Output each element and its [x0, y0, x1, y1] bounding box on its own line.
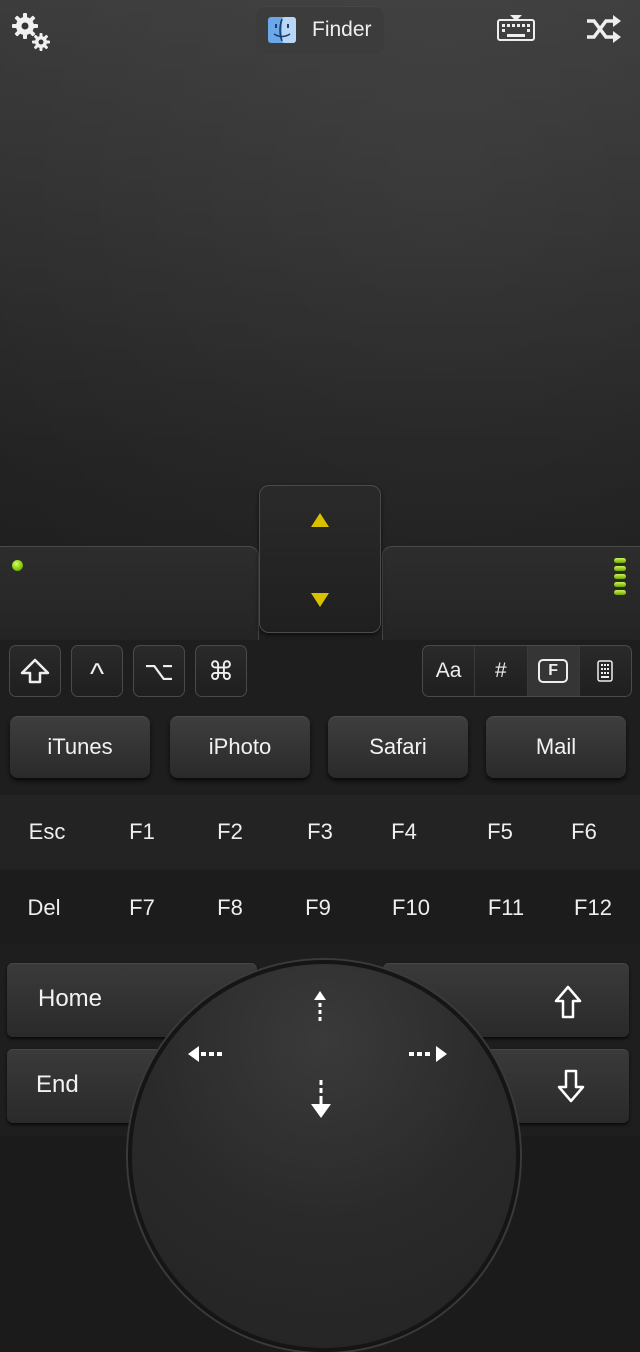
fn-key-f1[interactable]: F1: [107, 795, 177, 869]
home-label: Home: [38, 985, 103, 1012]
app-safari-button[interactable]: Safari: [328, 716, 468, 778]
fn-key-label: F2: [217, 819, 243, 844]
arrow-up-icon[interactable]: [312, 990, 328, 1022]
app-itunes-button[interactable]: iTunes: [10, 716, 150, 778]
fn-key-f12[interactable]: F12: [558, 871, 628, 945]
arrow-keys-pad: [128, 960, 520, 1352]
fn-key-f5[interactable]: F5: [465, 795, 535, 869]
keyboard-toggle-button[interactable]: [496, 14, 536, 44]
control-modifier-key[interactable]: ^: [71, 645, 123, 697]
fn-key-f8[interactable]: F8: [195, 871, 265, 945]
fn-key-label: F6: [571, 819, 597, 844]
fn-key-f11[interactable]: F11: [471, 871, 541, 945]
scroll-wheel[interactable]: [259, 485, 381, 633]
connection-status-led: [12, 560, 23, 571]
fn-key-f9[interactable]: F9: [283, 871, 353, 945]
finder-icon: [268, 17, 296, 43]
function-key-row-1: Esc F1 F2 F3 F4 F5 F6: [0, 795, 640, 869]
fn-key-label: Del: [27, 895, 61, 920]
level-segment: [614, 582, 626, 587]
app-button-label: Safari: [369, 734, 427, 759]
command-key-label: ⌘: [208, 655, 234, 686]
arrow-left-icon[interactable]: [187, 1044, 227, 1064]
app-button-label: iTunes: [47, 734, 113, 759]
fn-key-label: F5: [487, 819, 513, 844]
keypad-icon: [597, 660, 614, 682]
fn-key-label: F8: [217, 895, 243, 920]
control-key-label: ^: [89, 658, 105, 691]
arrow-down-icon[interactable]: [310, 1079, 332, 1119]
active-app-label: Finder: [312, 18, 372, 41]
app-iphoto-button[interactable]: iPhoto: [170, 716, 310, 778]
function-mode-button[interactable]: F: [527, 646, 580, 696]
letters-mode-button[interactable]: Aa: [423, 646, 476, 696]
symbols-mode-button[interactable]: #: [475, 646, 528, 696]
fn-key-del[interactable]: Del: [9, 871, 79, 945]
end-label: End: [36, 1071, 79, 1098]
fn-key-f2[interactable]: F2: [195, 795, 265, 869]
option-modifier-key[interactable]: ⌥: [133, 645, 185, 697]
keypad-mode-button[interactable]: [580, 646, 631, 696]
fn-key-f4[interactable]: F4: [369, 795, 439, 869]
triangle-up-icon: [311, 513, 329, 527]
fn-key-label: Esc: [28, 819, 66, 844]
fn-key-label: F7: [129, 895, 155, 920]
symbols-mode-label: #: [495, 659, 507, 682]
shift-modifier-key[interactable]: [9, 645, 61, 697]
level-segment: [614, 590, 626, 595]
active-app-indicator[interactable]: Finder: [256, 6, 384, 54]
app-button-label: Mail: [535, 734, 577, 759]
shift-icon: [20, 658, 50, 684]
level-segment: [614, 574, 626, 579]
app-button-label: iPhoto: [208, 734, 272, 759]
gears-icon: [12, 13, 50, 51]
left-mouse-button[interactable]: [0, 546, 259, 641]
fn-key-f10[interactable]: F10: [376, 871, 446, 945]
function-mode-label: F: [538, 659, 569, 683]
level-segment: [614, 558, 626, 563]
fn-key-label: F9: [305, 895, 331, 920]
fn-key-label: F10: [392, 895, 430, 920]
fn-key-f3[interactable]: F3: [285, 795, 355, 869]
fn-key-esc[interactable]: Esc: [12, 795, 82, 869]
fn-key-f7[interactable]: F7: [107, 871, 177, 945]
keyboard-mode-selector: Aa # F: [422, 645, 632, 697]
function-key-row-2: Del F7 F8 F9 F10 F11 F12: [0, 871, 640, 945]
app-mail-button[interactable]: Mail: [486, 716, 626, 778]
letters-mode-label: Aa: [435, 659, 462, 682]
keyboard-hide-icon: [497, 15, 535, 41]
page-down-arrow-icon: [557, 1069, 585, 1103]
shuffle-button[interactable]: [584, 14, 624, 44]
fn-key-f6[interactable]: F6: [549, 795, 619, 869]
arrow-right-icon[interactable]: [408, 1044, 448, 1064]
fn-key-label: F1: [129, 819, 155, 844]
signal-level-meter: [614, 558, 628, 608]
shuffle-icon: [587, 15, 621, 43]
level-segment: [614, 566, 626, 571]
fn-key-label: F12: [574, 895, 612, 920]
triangle-down-icon: [311, 593, 329, 607]
command-modifier-key[interactable]: ⌘: [195, 645, 247, 697]
option-key-label: ⌥: [144, 655, 174, 686]
fn-key-label: F3: [307, 819, 333, 844]
settings-button[interactable]: [10, 12, 54, 52]
right-mouse-button[interactable]: [382, 546, 640, 641]
page-up-arrow-icon: [554, 985, 582, 1019]
fn-key-label: F4: [391, 819, 417, 844]
fn-key-label: F11: [487, 895, 525, 920]
